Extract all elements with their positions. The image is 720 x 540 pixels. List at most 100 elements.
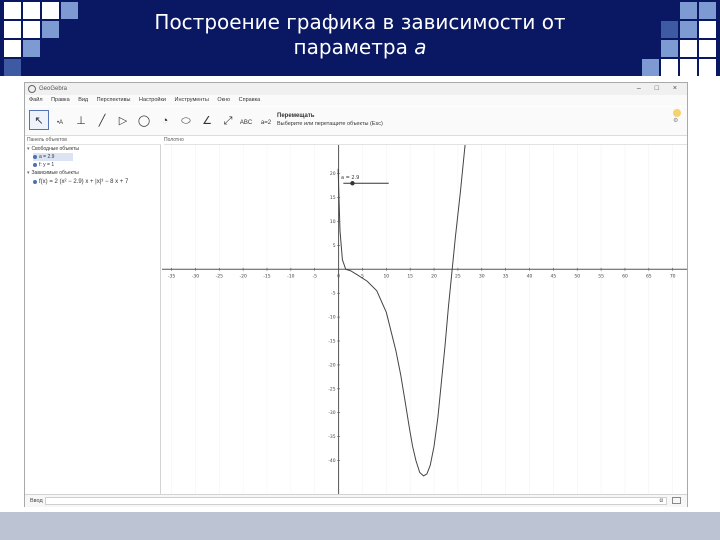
y-tick-label: -25 (328, 386, 335, 392)
slide-title-line2: параметра а (110, 35, 610, 60)
graphics-view[interactable]: -35 -30 -25 -20 -15 -10 -5 0 5 10 15 20 25 30 35 40 45 50… (162, 145, 687, 494)
window-title: GeoGebra (39, 86, 68, 92)
toolbar: ↖ •A ⊥ ╱ ▷ ◯ ◔ ⬭ ∠ ⤢ ABC a=2 ✥ Перемещат… (25, 107, 687, 136)
menu-tools[interactable]: Инструменты (175, 97, 209, 103)
menu-window[interactable]: Окно (217, 97, 230, 103)
slide-footer-band (0, 512, 720, 540)
slide-header: Построение графика в зависимости от пара… (0, 0, 720, 76)
x-tick-label: 15 (407, 273, 413, 279)
settings-icon[interactable]: ⚙ (673, 118, 678, 124)
axis-ticks: -35 -30 -25 -20 -15 -10 -5 0 5 10 15 20 25 30 35 40 45 50… (168, 171, 676, 464)
window-controls[interactable]: – □ × (637, 83, 683, 95)
text-tool-glyph: ABC (239, 120, 253, 126)
x-tick-label: 45 (550, 273, 556, 279)
graph-canvas[interactable]: -35 -30 -25 -20 -15 -10 -5 0 5 10 15 20 25 30 35 40 45 50… (162, 145, 687, 494)
geogebra-window: GeoGebra – □ × Файл Правка Вид Перспекти… (24, 82, 688, 507)
line-tool-icon[interactable]: ╱ (92, 110, 112, 130)
x-tick-label: 10 (383, 273, 389, 279)
y-tick-label: -5 (331, 291, 336, 297)
input-field[interactable] (45, 497, 667, 505)
toolbar-right-icons: ⚙ (673, 109, 681, 125)
section-label: Свободные объекты (31, 146, 79, 152)
y-tick-label: -35 (328, 434, 335, 440)
polygon-tool-icon[interactable]: ▷ (113, 110, 133, 130)
move-tool-icon[interactable]: ↖ (29, 110, 49, 130)
visibility-toggle-icon[interactable] (33, 162, 37, 167)
y-tick-label: 20 (330, 171, 336, 177)
y-tick-label: -40 (328, 458, 335, 464)
x-tick-label: -35 (168, 273, 175, 279)
menu-help[interactable]: Справка (239, 97, 261, 103)
slider-knob[interactable] (350, 181, 355, 186)
x-tick-label: 60 (622, 273, 628, 279)
x-tick-label: -30 (192, 273, 199, 279)
collapse-icon[interactable]: ▾ (27, 169, 30, 177)
y-tick-label: 15 (330, 195, 336, 201)
input-bar: Ввод α (25, 494, 687, 507)
angle-tool-icon[interactable]: ∠ (197, 110, 217, 130)
algebra-panel-header: Панель объектов (27, 136, 161, 145)
algebra-item-function[interactable]: f(x) = 2 (x² − 2.9) x + |x|³ − 8 x + 7 (33, 178, 128, 186)
collapse-icon[interactable]: ▾ (27, 145, 30, 153)
item-label: f(x) = 2 (x² − 2.9) x + |x|³ − 8 x + 7 (39, 179, 129, 185)
slider-label: a = 2.9 (341, 175, 359, 181)
y-tick-label: -30 (328, 410, 335, 416)
slider-tool-icon[interactable]: a=2 (256, 110, 276, 130)
grid (171, 145, 673, 494)
x-tick-label: -25 (216, 273, 223, 279)
x-tick-label: 40 (527, 273, 533, 279)
symbol-button[interactable]: α (660, 495, 663, 507)
slider-a[interactable]: a = 2.9 (341, 175, 389, 186)
x-tick-label: 30 (479, 273, 485, 279)
x-tick-label: -10 (287, 273, 294, 279)
x-tick-label: -15 (263, 273, 270, 279)
text-tool-icon[interactable]: ABC (236, 110, 256, 130)
y-tick-label: 10 (330, 219, 336, 225)
point-tool-icon[interactable]: •A (50, 110, 70, 130)
x-tick-label: 0 (337, 273, 340, 279)
algebra-section-dependent[interactable]: ▾ Зависимые объекты (27, 169, 79, 177)
menu-view[interactable]: Вид (78, 97, 88, 103)
point-tool-glyph: •A (56, 120, 64, 126)
y-tick-label: -20 (328, 362, 335, 368)
slide-title-prefix: параметра (293, 35, 415, 59)
y-tick-label: -10 (328, 315, 335, 321)
slide-title-param: а (414, 35, 427, 59)
input-label: Ввод (30, 498, 43, 504)
graphics-panel-header: Полотно (164, 136, 687, 145)
help-icon[interactable] (673, 109, 681, 117)
geogebra-logo-icon (28, 85, 36, 93)
perpendicular-tool-icon[interactable]: ⊥ (71, 110, 91, 130)
y-tick-label: -15 (328, 339, 335, 345)
x-tick-label: 55 (598, 273, 604, 279)
menu-perspectives[interactable]: Перспективы (97, 97, 131, 103)
visibility-toggle-icon[interactable] (33, 154, 37, 159)
menu-settings[interactable]: Настройки (139, 97, 166, 103)
circle-tool-icon[interactable]: ◯ (134, 110, 154, 130)
menu-edit[interactable]: Правка (51, 97, 70, 103)
circle-arc-tool-icon[interactable]: ◔ (155, 110, 175, 130)
tool-info: Перемещать Выберите или перетащите объек… (277, 112, 383, 128)
tool-name: Перемещать (277, 113, 315, 119)
slide-title: Построение графика в зависимости от пара… (110, 10, 610, 60)
algebra-item-a[interactable]: a = 2.9 (33, 153, 73, 161)
x-tick-label: 70 (670, 273, 676, 279)
slide-title-line1: Построение графика в зависимости от (154, 10, 566, 34)
x-tick-label: 20 (431, 273, 437, 279)
x-tick-label: -5 (312, 273, 317, 279)
menu-bar: Файл Правка Вид Перспективы Настройки Ин… (25, 95, 687, 106)
conic-tool-icon[interactable]: ⬭ (176, 110, 196, 130)
slider-tool-glyph: a=2 (260, 120, 272, 126)
x-tick-label: 35 (503, 273, 509, 279)
x-tick-label: 25 (455, 273, 461, 279)
visibility-toggle-icon[interactable] (33, 179, 37, 184)
x-tick-label: 50 (574, 273, 580, 279)
section-label: Зависимые объекты (31, 170, 79, 176)
tool-hint: Выберите или перетащите объекты (Esc) (277, 121, 383, 127)
menu-file[interactable]: Файл (29, 97, 43, 103)
algebra-item-line[interactable]: f: y = 1 (33, 161, 54, 169)
algebra-view: ▾ Свободные объекты a = 2.9 f: y = 1 ▾ Зав… (25, 145, 161, 494)
keyboard-icon[interactable] (672, 497, 681, 504)
algebra-section-free[interactable]: ▾ Свободные объекты (27, 145, 79, 153)
reflect-tool-icon[interactable]: ⤢ (218, 110, 238, 130)
